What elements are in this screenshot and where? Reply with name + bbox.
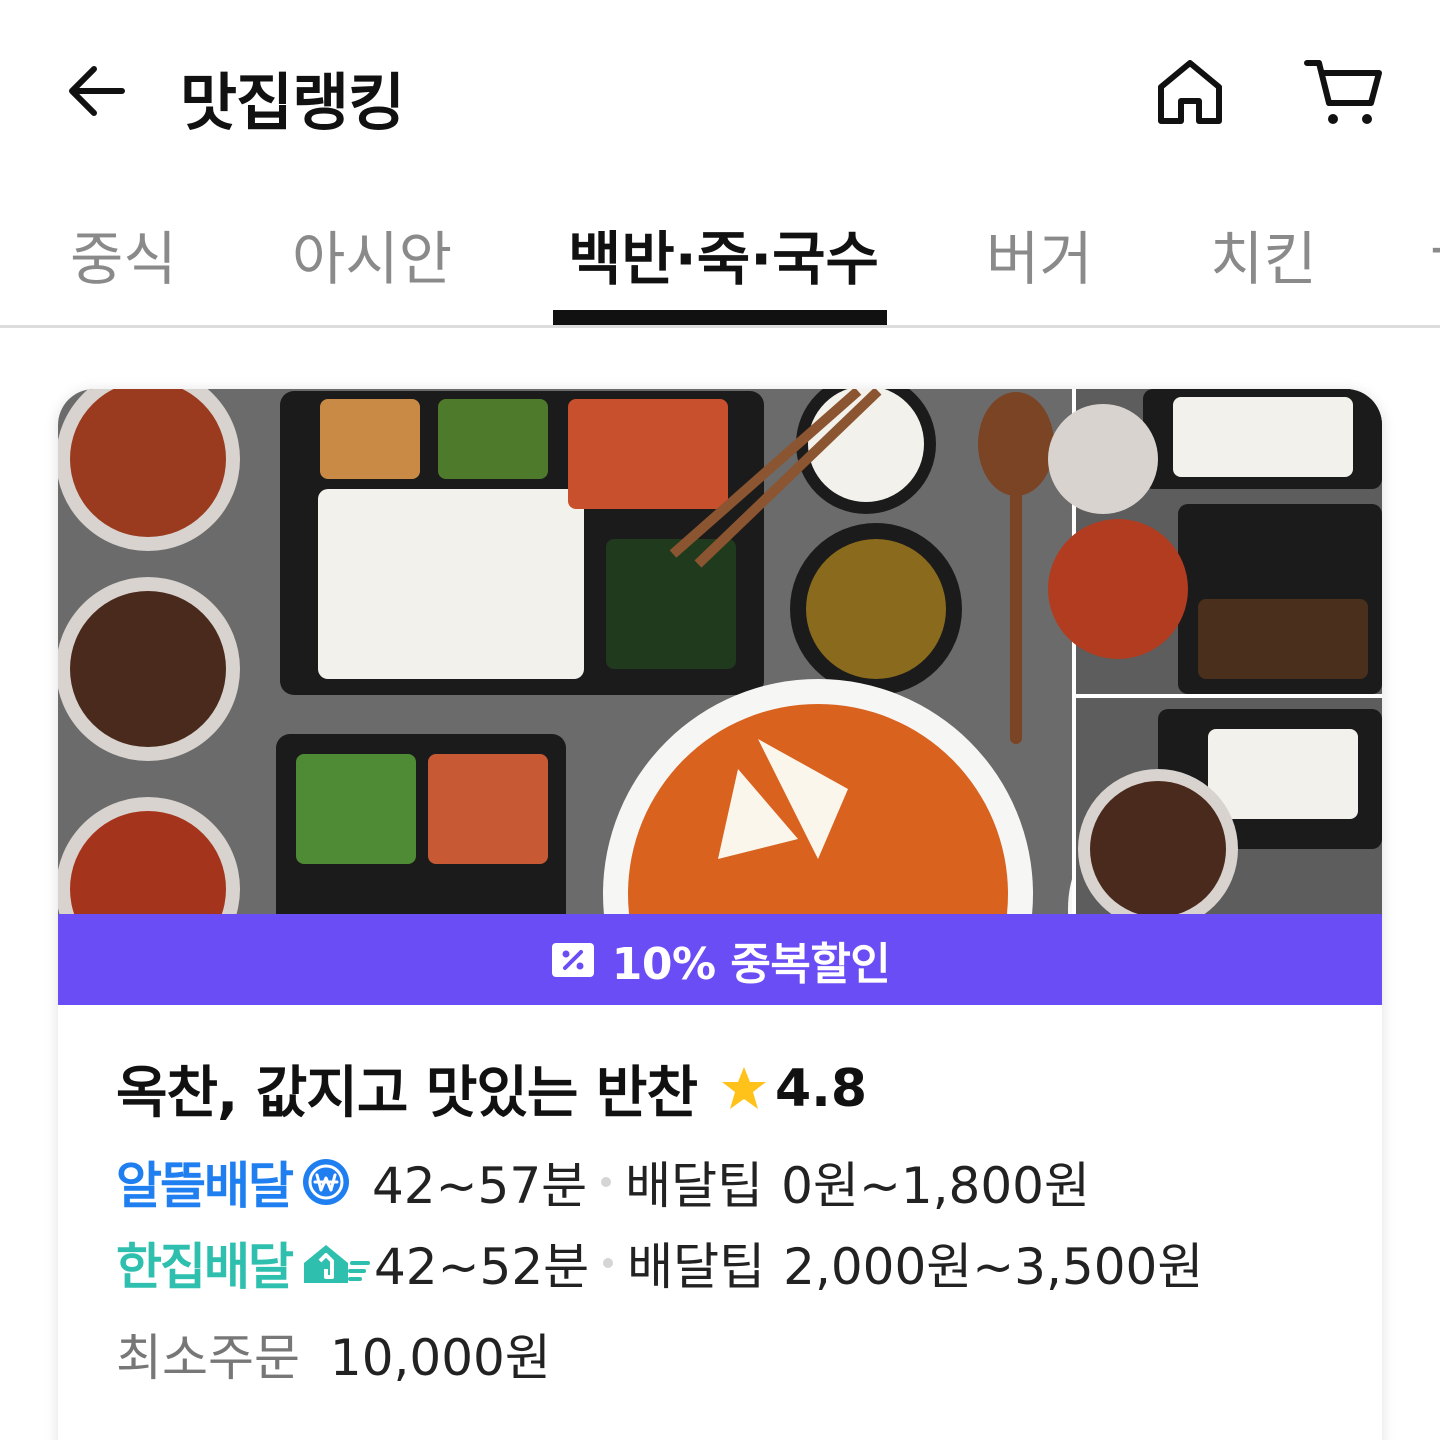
page-title: 맛집랭킹 — [180, 66, 405, 139]
delivery-tip-label: 배달팁 — [627, 1238, 766, 1296]
tab-more[interactable]: - — [1430, 212, 1440, 280]
delivery-brand-label: 한집배달 — [116, 1238, 294, 1296]
active-tab-indicator — [553, 310, 887, 325]
minimum-order-row: 최소주문 10,000원 — [116, 1318, 551, 1390]
delivery-brand-label: 알뜰배달 — [116, 1157, 294, 1215]
delivery-time: 42~52분 — [374, 1238, 590, 1296]
back-button[interactable] — [60, 55, 132, 127]
min-order-label: 최소주문 — [116, 1329, 300, 1387]
category-tabs: 중식 아시안 백반·죽·국수 버거 치킨 - — [0, 190, 1440, 328]
delivery-option-single: 한집배달 42~52분 배달팁 2,000원~3,500원 — [116, 1227, 1203, 1299]
arrow-left-icon — [69, 66, 125, 116]
tab-asian[interactable]: 아시안 — [292, 212, 452, 296]
discount-text: 10% 중복할인 — [611, 938, 891, 990]
tab-chinese[interactable]: 중식 — [70, 212, 177, 296]
store-name[interactable]: 옥찬, 값지고 맛있는 반찬 — [116, 1048, 698, 1129]
store-photo-collage — [58, 389, 1382, 914]
tab-korean-meals[interactable]: 백반·죽·국수 — [568, 212, 879, 296]
cart-button[interactable] — [1300, 52, 1388, 132]
tab-chicken[interactable]: 치킨 — [1210, 212, 1317, 296]
store-title-row: 옥찬, 값지고 맛있는 반찬 4.8 — [116, 1048, 867, 1129]
delivery-tip-value: 0원~1,800원 — [781, 1157, 1090, 1215]
separator-dot — [601, 1177, 612, 1187]
top-bar: 맛집랭킹 — [0, 0, 1440, 180]
fast-home-icon — [304, 1245, 370, 1283]
delivery-tip-value: 2,000원~3,500원 — [783, 1238, 1204, 1296]
min-order-value: 10,000원 — [329, 1329, 551, 1387]
delivery-option-saver: 알뜰배달 42~57분 배달팁 0원~1,800원 — [116, 1146, 1090, 1218]
store-rating: 4.8 — [774, 1058, 868, 1119]
discount-banner: 10% 중복할인 — [58, 914, 1382, 1005]
discount-coupon-icon — [551, 942, 594, 977]
food-photo — [58, 389, 1382, 914]
won-coin-icon — [303, 1159, 349, 1205]
home-button[interactable] — [1150, 52, 1230, 132]
home-icon — [1158, 60, 1222, 124]
separator-dot — [603, 1258, 614, 1268]
tab-burger[interactable]: 버거 — [986, 212, 1093, 296]
star-icon — [721, 1066, 766, 1109]
delivery-tip-label: 배달팁 — [625, 1157, 764, 1215]
cart-icon — [1304, 60, 1382, 124]
delivery-time: 42~57분 — [372, 1157, 588, 1215]
